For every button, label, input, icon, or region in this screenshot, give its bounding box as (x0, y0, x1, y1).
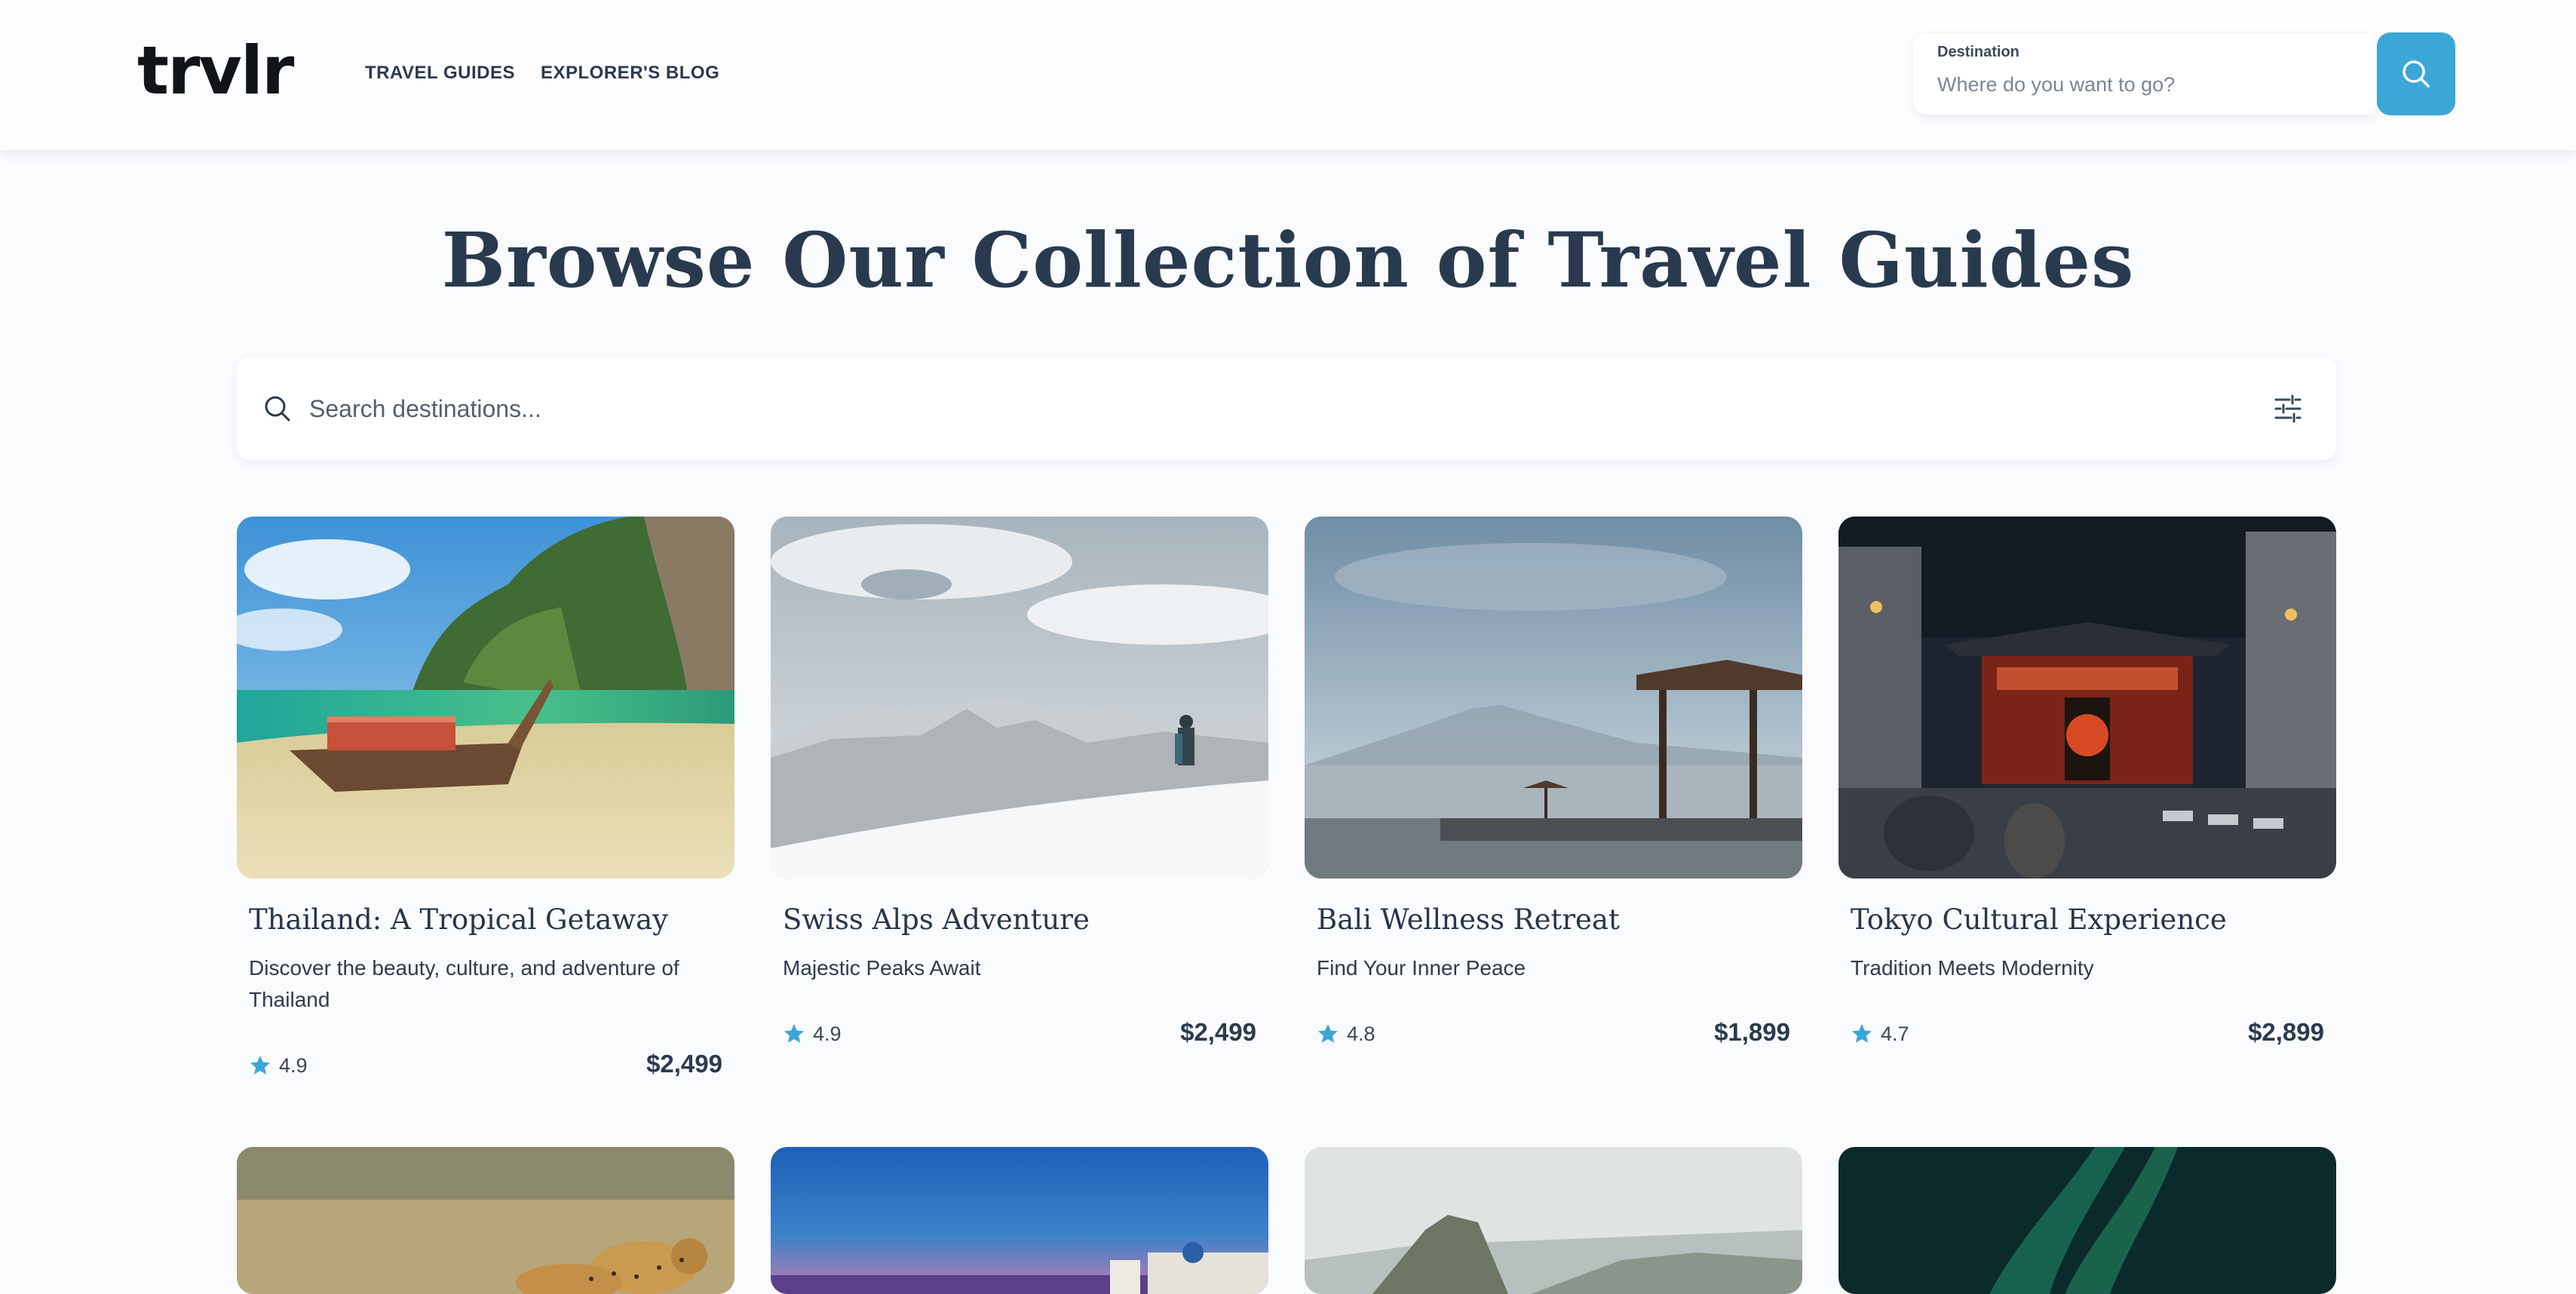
star-icon (784, 1024, 804, 1043)
sliders-icon (2274, 394, 2302, 423)
guide-card-northern-lights[interactable] (1838, 1147, 2336, 1294)
guide-image-bali (1305, 517, 1802, 879)
guide-description: Find Your Inner Peace (1317, 956, 1526, 980)
star-icon (1852, 1024, 1872, 1043)
rating-value: 4.8 (1347, 1022, 1375, 1045)
guide-card-bali[interactable]: Bali Wellness Retreat Find Your Inner Pe… (1305, 517, 1802, 1059)
guide-image-northern-lights (1838, 1147, 2336, 1294)
guide-card-thailand[interactable]: Thailand: A Tropical Getaway Discover th… (237, 517, 734, 1105)
destination-search-bar (237, 357, 2336, 460)
guide-rating: 4.7 (1851, 1020, 1909, 1047)
guide-image-safari (237, 1147, 734, 1294)
star-icon (250, 1056, 270, 1075)
destination-input[interactable] (1937, 69, 2360, 100)
guide-price: $2,499 (1180, 1018, 1256, 1046)
search-input[interactable] (309, 388, 2119, 430)
guide-rating: 4.8 (1317, 1020, 1375, 1047)
rating-value: 4.9 (279, 1053, 308, 1077)
guide-description: Tradition Meets Modernity (1851, 956, 2094, 980)
page-title: Browse Our Collection of Travel Guides (441, 216, 2135, 305)
destination-field[interactable]: Destination (1913, 33, 2375, 115)
guide-image-swiss-alps (771, 517, 1268, 879)
guide-description: Majestic Peaks Await (783, 956, 981, 980)
guide-card-tokyo[interactable]: Tokyo Cultural Experience Tradition Meet… (1838, 517, 2336, 1059)
filter-button[interactable] (2267, 388, 2309, 430)
destination-search-button[interactable] (2377, 32, 2455, 115)
rating-value: 4.9 (813, 1022, 842, 1045)
guide-price: $1,899 (1714, 1018, 1790, 1046)
guide-card-safari[interactable] (237, 1147, 734, 1294)
destination-label: Destination (1937, 44, 2019, 60)
guide-title: Tokyo Cultural Experience (1851, 903, 2227, 936)
search-icon (2403, 60, 2430, 87)
guide-price: $2,899 (2248, 1018, 2324, 1046)
rating-value: 4.7 (1881, 1022, 1909, 1045)
guide-title: Bali Wellness Retreat (1317, 903, 1620, 936)
guide-card-swiss-alps[interactable]: Swiss Alps Adventure Majestic Peaks Awai… (771, 517, 1268, 1059)
guide-card-santorini[interactable] (771, 1147, 1268, 1294)
guide-title: Swiss Alps Adventure (783, 903, 1090, 936)
guide-title: Thailand: A Tropical Getaway (249, 903, 669, 936)
guide-image-santorini (771, 1147, 1268, 1294)
top-header: trvlr TRAVEL GUIDES EXPLORER'S BLOG Dest… (0, 0, 2576, 151)
guide-price: $2,499 (646, 1050, 722, 1078)
guide-image-thailand (237, 517, 734, 879)
guide-image-tokyo (1838, 517, 2336, 879)
nav-explorers-blog[interactable]: EXPLORER'S BLOG (541, 62, 719, 84)
search-icon (262, 394, 293, 424)
guide-rating: 4.9 (783, 1020, 842, 1047)
guide-card-machu-picchu[interactable] (1305, 1147, 1802, 1294)
logo[interactable]: trvlr (137, 33, 294, 109)
guide-description: Discover the beauty, culture, and advent… (249, 956, 679, 1011)
nav-travel-guides[interactable]: TRAVEL GUIDES (365, 62, 515, 84)
guide-image-machu-picchu (1305, 1147, 1802, 1294)
star-icon (1318, 1024, 1338, 1043)
guide-rating: 4.9 (249, 1052, 308, 1079)
